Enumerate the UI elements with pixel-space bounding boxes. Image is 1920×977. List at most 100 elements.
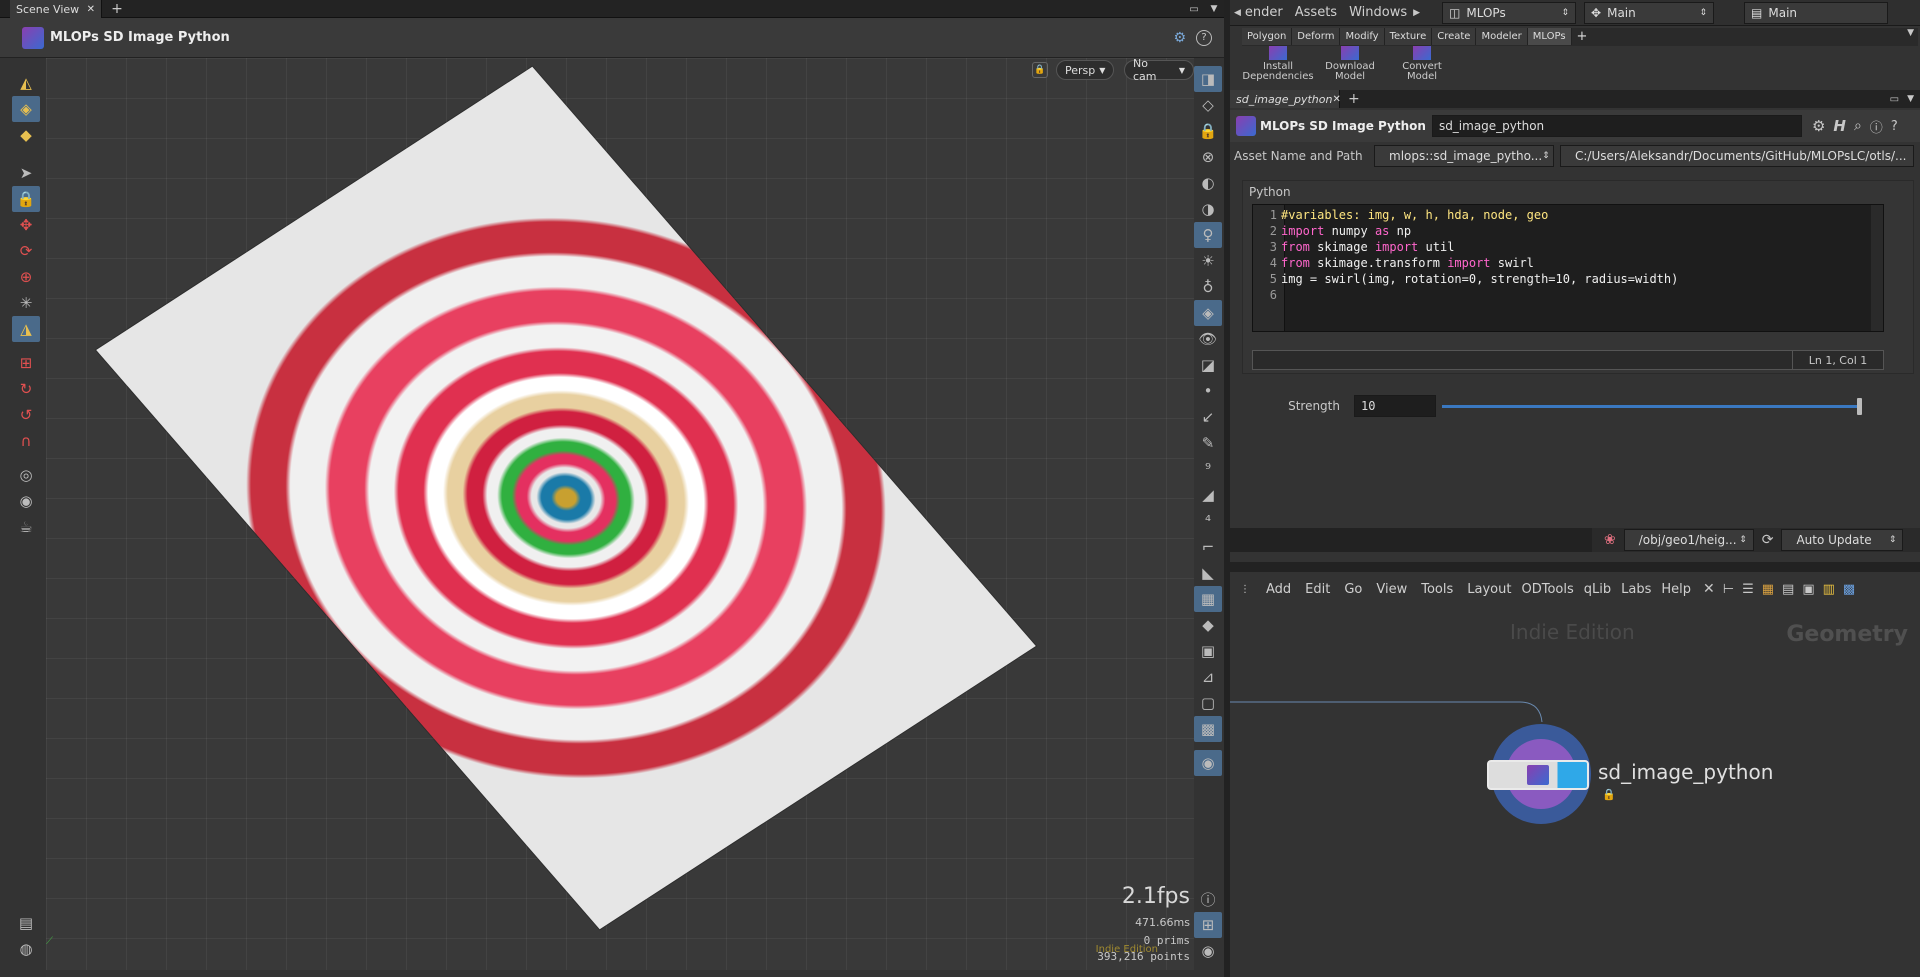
context-selector[interactable]: ✥ Main ⇕ <box>1584 1 1715 24</box>
network-menu-layout[interactable]: Layout <box>1467 582 1511 597</box>
quad-view-icon[interactable]: ⊞ <box>1194 912 1222 938</box>
image-icon[interactable]: ▩ <box>1843 582 1855 597</box>
shelf-tab-modify[interactable]: Modify <box>1340 28 1385 45</box>
scroll-left-icon[interactable]: ◀ <box>1234 8 1241 18</box>
display-options-icon[interactable]: ⚙ <box>1173 30 1186 46</box>
sd-image-python-node[interactable] <box>1487 760 1589 790</box>
network-menu-help[interactable]: Help <box>1661 582 1691 597</box>
camera-pan-icon[interactable]: ◉ <box>12 488 40 514</box>
pane-menu-icon[interactable]: ▼ <box>1206 0 1222 18</box>
render-region-icon[interactable]: ▤ <box>12 910 40 936</box>
edge-icon[interactable]: ⌐ <box>1194 534 1222 560</box>
3d-viewport[interactable]: 🔒 Persp ▼ No cam ▼ 2.1fps 471.66ms 0 prims… <box>46 58 1194 970</box>
view-tool-icon[interactable]: ◭ <box>12 70 40 96</box>
normal-icon[interactable]: ↙ <box>1194 404 1222 430</box>
info-icon[interactable]: ⓘ <box>1194 886 1222 912</box>
point-number-icon[interactable]: ⁹ <box>1194 456 1222 482</box>
close-icon[interactable]: ✕ <box>1332 94 1340 105</box>
construction-plane-icon[interactable]: ◆ <box>1194 612 1222 638</box>
network-menu-view[interactable]: View <box>1376 582 1407 597</box>
asset-name-combo[interactable]: mlops::sd_image_pytho... ⇕ <box>1374 145 1554 167</box>
snap-grid-icon[interactable]: ⊞ <box>12 350 40 376</box>
persp-menu-button[interactable]: Persp ▼ <box>1056 60 1115 80</box>
pose-tool-icon[interactable]: ✳ <box>12 290 40 316</box>
add-tab-icon[interactable]: + <box>108 0 126 18</box>
uv-icon[interactable]: ◣ <box>1194 560 1222 586</box>
help-icon[interactable]: ? <box>1196 29 1212 46</box>
pen-icon[interactable]: ✎ <box>1194 430 1222 456</box>
transform-tool-icon[interactable]: ◮ <box>12 316 40 342</box>
prim-number-icon[interactable]: ⁴ <box>1194 508 1222 534</box>
code-scrollbar[interactable] <box>1871 205 1883 331</box>
network-menu-odtools[interactable]: ODTools <box>1521 582 1573 597</box>
scroll-right-icon[interactable]: ▶ <box>1413 8 1420 18</box>
shelf-tab-deform[interactable]: Deform <box>1292 28 1341 45</box>
camera-menu-button[interactable]: No cam ▼ <box>1124 58 1194 83</box>
prim-icon[interactable]: ◢ <box>1194 482 1222 508</box>
scale-tool-icon[interactable]: ⊕ <box>12 264 40 290</box>
menu-assets[interactable]: Assets <box>1295 5 1337 20</box>
pane-layout-icon[interactable]: ▭ <box>1890 94 1899 105</box>
visibility-icon[interactable]: 👁 <box>1194 326 1222 352</box>
take-selector[interactable]: ▤ Main <box>1744 1 1889 24</box>
snap-curve-icon[interactable]: ↻ <box>12 376 40 402</box>
ghost-icon[interactable]: ⊗ <box>1194 144 1222 170</box>
python-code-editor[interactable]: 1 #variables: img, w, h, hda, node, geo 2… <box>1252 204 1884 332</box>
teapot-icon[interactable]: ☕ <box>12 514 40 540</box>
info-icon[interactable]: ⓘ <box>1870 117 1883 136</box>
lock-select-icon[interactable]: 🔒 <box>12 186 40 212</box>
network-menu-labs[interactable]: Labs <box>1621 582 1651 597</box>
lock-icon[interactable]: 🔒 <box>1194 118 1222 144</box>
bone-icon[interactable]: ⊿ <box>1194 664 1222 690</box>
search-icon[interactable]: ⌕ <box>1854 118 1862 134</box>
layout-icon[interactable]: ▣ <box>1802 582 1814 597</box>
background-icon[interactable]: ▢ <box>1194 690 1222 716</box>
network-menu-go[interactable]: Go <box>1344 582 1362 597</box>
camera-light-icon[interactable]: ♁ <box>1194 274 1222 300</box>
display-toggle-icon[interactable]: ◨ <box>1194 66 1222 92</box>
network-handle-icon[interactable]: ⋮ <box>1240 584 1250 595</box>
convert-model-button[interactable]: Convert Model <box>1386 46 1458 88</box>
point-icon[interactable]: • <box>1194 378 1222 404</box>
asset-path-combo[interactable]: C:/Users/Aleksandr/Documents/GitHub/MLOP… <box>1560 145 1914 167</box>
render-view-icon[interactable]: ◈ <box>1194 300 1222 326</box>
brush-tool-icon[interactable]: ◆ <box>12 122 40 148</box>
gear-icon[interactable]: ⚙ <box>1812 117 1825 135</box>
strength-field[interactable]: 10 <box>1354 395 1436 417</box>
desktop-selector[interactable]: ◫ MLOPs ⇕ <box>1442 1 1577 24</box>
grid-icon[interactable]: ▦ <box>1194 586 1222 612</box>
camera-orbit-icon[interactable]: ◎ <box>12 462 40 488</box>
help-icon[interactable]: ? <box>1891 119 1898 134</box>
hda-icon[interactable]: H <box>1833 117 1846 135</box>
tab-sd-image-python[interactable]: sd_image_python ✕ <box>1230 90 1341 108</box>
menu-render[interactable]: ender <box>1245 5 1283 20</box>
headlight-icon[interactable]: ☀ <box>1194 248 1222 274</box>
close-icon[interactable]: ✕ <box>87 4 95 15</box>
path-combo[interactable]: /obj/geo1/heig... ⇕ <box>1623 529 1754 551</box>
pane-menu-icon[interactable]: ▼ <box>1907 94 1914 104</box>
add-shelf-icon[interactable]: + <box>1572 28 1593 45</box>
template-icon[interactable]: ◪ <box>1194 352 1222 378</box>
list-icon[interactable]: ☰ <box>1742 582 1754 597</box>
grid-icon[interactable]: ▤ <box>1782 582 1794 597</box>
strength-slider[interactable] <box>1442 397 1862 415</box>
network-menu-add[interactable]: Add <box>1266 582 1291 597</box>
sticky-note-icon[interactable]: ▥ <box>1823 582 1835 597</box>
install-dependencies-button[interactable]: Install Dependencies <box>1242 46 1314 88</box>
network-view[interactable]: Indie Edition Geometry sd_image_python 🔒 <box>1230 602 1920 968</box>
shelf-tab-mlops[interactable]: MLOPs <box>1527 28 1572 45</box>
lock-camera-icon[interactable]: 🔒 <box>1032 62 1048 78</box>
snap-point-icon[interactable]: ↺ <box>12 402 40 428</box>
color-palette-icon[interactable]: ▦ <box>1762 582 1774 597</box>
add-tab-icon[interactable]: + <box>1348 91 1360 107</box>
light-icon[interactable]: ♀ <box>1194 222 1222 248</box>
move-tool-icon[interactable]: ✥ <box>12 212 40 238</box>
display-icon[interactable]: ◍ <box>12 936 40 962</box>
magnet-icon[interactable]: ∩ <box>12 428 40 454</box>
network-menu-qlib[interactable]: qLib <box>1584 582 1611 597</box>
image-background-icon[interactable]: ▩ <box>1194 716 1222 742</box>
rotate-tool-icon[interactable]: ⟳ <box>12 238 40 264</box>
pane-layout-icon[interactable]: ▭ <box>1186 0 1202 18</box>
eye-icon[interactable]: ◉ <box>1194 938 1222 964</box>
measure-icon[interactable]: ▣ <box>1194 638 1222 664</box>
